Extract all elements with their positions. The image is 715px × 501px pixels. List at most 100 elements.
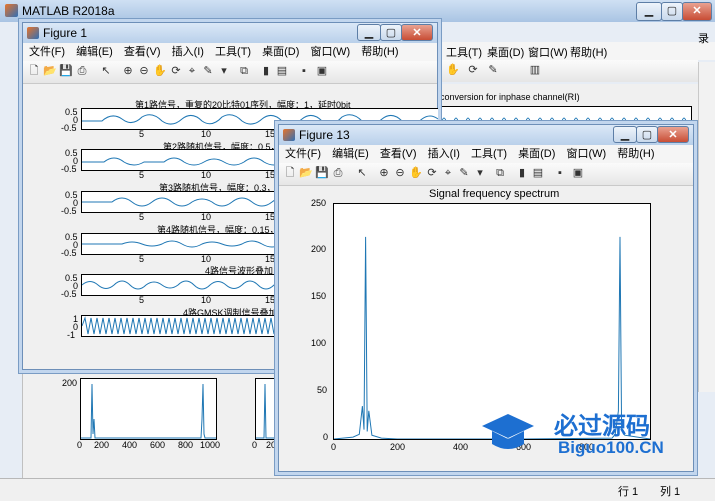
figure1-close-button[interactable]: ✕ — [401, 24, 433, 41]
fig13-menu-desktop[interactable]: 桌面(D) — [512, 145, 555, 163]
bottom-mid-xtick-0: 0 — [252, 440, 258, 450]
dock-icon[interactable]: ▣ — [315, 64, 329, 78]
fig1-menu-help[interactable]: 帮助(H) — [355, 43, 398, 61]
figure1-maximize-button[interactable]: ▢ — [380, 24, 402, 41]
fig1-menu-file[interactable]: 文件(F) — [23, 43, 65, 61]
zoom-in-icon[interactable]: ⊕ — [377, 166, 391, 180]
pointer-icon[interactable]: ↖ — [355, 166, 369, 180]
pan-icon[interactable]: ✋ — [409, 166, 423, 180]
status-row: 行 1 — [618, 486, 639, 498]
link-icon[interactable]: ⧉ — [493, 166, 507, 180]
status-bar: 行 1 列 1 — [0, 478, 715, 501]
close-button[interactable]: ✕ — [682, 2, 712, 21]
hide-tools-icon[interactable]: ▪ — [297, 64, 311, 78]
rotate-icon[interactable]: ⟳ — [425, 166, 439, 180]
bottom-xtick-200: 200 — [94, 440, 110, 450]
brush-icon[interactable]: ✎ — [201, 64, 215, 78]
maximize-button[interactable]: ▢ — [661, 2, 683, 21]
print-icon[interactable]: ⎙ — [331, 166, 345, 180]
pan-icon[interactable]: ✋ — [446, 63, 460, 77]
figure-icon — [283, 129, 295, 141]
brush-icon[interactable]: ✎ — [457, 166, 471, 180]
figure-icon — [27, 27, 39, 39]
fig1-menu-edit[interactable]: 编辑(E) — [70, 43, 113, 61]
fig1-menu-desktop[interactable]: 桌面(D) — [256, 43, 299, 61]
fig1-menu-insert[interactable]: 插入(I) — [166, 43, 204, 61]
save-icon[interactable]: 💾 — [315, 166, 329, 180]
colorbar-icon[interactable]: ▮ — [259, 64, 273, 78]
fig13-menu-view[interactable]: 查看(V) — [374, 145, 417, 163]
spec-xtick-400: 400 — [453, 442, 469, 452]
figure1-minimize-button[interactable]: ▁ — [357, 24, 381, 41]
rotate-icon[interactable]: ⟳ — [169, 64, 183, 78]
new-figure-icon[interactable]: 🗋 — [27, 64, 41, 78]
figure13-close-button[interactable]: ✕ — [657, 126, 689, 143]
zoom-out-icon[interactable]: ⊖ — [393, 166, 407, 180]
sp5-xtick-15: 15 — [265, 295, 276, 305]
brush-icon[interactable]: ✎ — [486, 63, 500, 77]
figure13-maximize-button[interactable]: ▢ — [636, 126, 658, 143]
bottom-ytick: 200 — [62, 378, 78, 388]
sp5-xtick-10: 10 — [201, 295, 212, 305]
legend-icon[interactable]: ▤ — [275, 64, 289, 78]
menu-desktop[interactable]: 桌面(D) — [487, 44, 524, 60]
minimize-button[interactable]: ▁ — [636, 2, 662, 21]
matlab-titlebar: MATLAB R2018a ▁ ▢ ✕ — [0, 0, 715, 23]
figure1-menubar: 文件(F) 编辑(E) 查看(V) 插入(I) 工具(T) 桌面(D) 窗口(W… — [23, 43, 437, 62]
save-icon[interactable]: 💾 — [59, 64, 73, 78]
zoom-in-icon[interactable]: ⊕ — [121, 64, 135, 78]
spec-xtick-200: 200 — [390, 442, 406, 452]
fig1-menu-tools[interactable]: 工具(T) — [209, 43, 251, 61]
behind-menubar: 工具(T) 桌面(D) 窗口(W) 帮助(H) — [440, 42, 715, 60]
dropdown-icon[interactable]: ▾ — [217, 64, 231, 78]
hide-tools-icon[interactable]: ▪ — [553, 166, 567, 180]
colorbar-icon[interactable]: ▮ — [515, 166, 529, 180]
spec-xtick-0: 0 — [331, 442, 337, 452]
status-col: 列 1 — [660, 486, 681, 498]
matlab-logo-icon — [5, 4, 18, 17]
fig13-menu-help[interactable]: 帮助(H) — [611, 145, 654, 163]
layout-icon[interactable]: ▥ — [528, 63, 542, 77]
fig1-menu-view[interactable]: 查看(V) — [118, 43, 161, 61]
print-icon[interactable]: ⎙ — [75, 64, 89, 78]
right-scrollbar[interactable] — [698, 62, 715, 392]
menu-tools[interactable]: 工具(T) — [446, 44, 482, 60]
open-icon[interactable]: 📂 — [299, 166, 313, 180]
new-figure-icon[interactable]: 🗋 — [283, 166, 297, 180]
sp1-xtick-5: 5 — [139, 129, 145, 139]
watermark-cn: 必过源码 — [554, 413, 650, 440]
zoom-out-icon[interactable]: ⊖ — [137, 64, 151, 78]
bottom-xtick-600: 600 — [150, 440, 166, 450]
pointer-icon[interactable]: ↖ — [99, 64, 113, 78]
figure13-toolbar: 🗋 📂 💾 ⎙ ↖ ⊕ ⊖ ✋ ⟳ ⌖ ✎ ▾ ⧉ ▮ ▤ ▪ ▣ — [279, 163, 693, 186]
dropdown-icon[interactable]: ▾ — [473, 166, 487, 180]
menu-help[interactable]: 帮助(H) — [570, 44, 607, 60]
menu-window[interactable]: 窗口(W) — [528, 44, 568, 60]
left-panel-edge — [0, 368, 23, 478]
login-label[interactable]: 录 — [698, 30, 709, 46]
data-cursor-icon[interactable]: ⌖ — [441, 166, 455, 180]
sp3-xtick-15: 15 — [265, 212, 276, 222]
fig13-menu-window[interactable]: 窗口(W) — [560, 145, 606, 163]
figure13-minimize-button[interactable]: ▁ — [613, 126, 637, 143]
fig13-menu-tools[interactable]: 工具(T) — [465, 145, 507, 163]
open-icon[interactable]: 📂 — [43, 64, 57, 78]
sp2-xtick-5: 5 — [139, 170, 145, 180]
spec-ytick-200: 200 — [311, 244, 327, 254]
fig1-menu-window[interactable]: 窗口(W) — [304, 43, 350, 61]
rotate-icon[interactable]: ⟳ — [466, 63, 480, 77]
sp4-ytick-bot: -0.5 — [61, 248, 77, 258]
watermark-en: Biguo100.CN — [558, 438, 664, 457]
dock-icon[interactable]: ▣ — [571, 166, 585, 180]
fig13-menu-edit[interactable]: 编辑(E) — [326, 145, 369, 163]
sp4-xtick-10: 10 — [201, 254, 212, 264]
data-cursor-icon[interactable]: ⌖ — [185, 64, 199, 78]
fig13-menu-file[interactable]: 文件(F) — [279, 145, 321, 163]
bottom-xtick-1000: 1000 — [200, 440, 221, 450]
fig13-menu-insert[interactable]: 插入(I) — [422, 145, 460, 163]
legend-icon[interactable]: ▤ — [531, 166, 545, 180]
pan-icon[interactable]: ✋ — [153, 64, 167, 78]
figure1-title: Figure 1 — [43, 26, 88, 40]
link-icon[interactable]: ⧉ — [237, 64, 251, 78]
sp1-xtick-15: 15 — [265, 129, 276, 139]
